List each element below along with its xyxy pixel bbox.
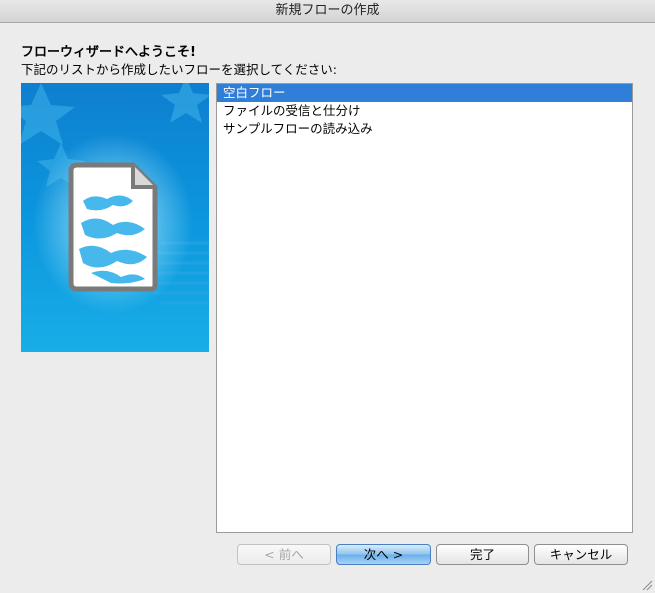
flow-type-list[interactable]: 空白フロー ファイルの受信と仕分け サンプルフローの読み込み xyxy=(216,83,633,533)
list-item[interactable]: サンプルフローの読み込み xyxy=(217,120,632,138)
cancel-button[interactable]: キャンセル xyxy=(534,544,628,565)
next-button[interactable]: 次へ > xyxy=(336,544,431,565)
finish-button[interactable]: 完了 xyxy=(436,544,529,565)
list-item[interactable]: 空白フロー xyxy=(217,84,632,102)
wizard-side-image xyxy=(21,83,209,352)
window-title: 新規フローの作成 xyxy=(275,3,380,18)
window-titlebar[interactable]: 新規フローの作成 xyxy=(0,0,655,23)
resize-grip-icon[interactable] xyxy=(641,579,653,591)
list-item[interactable]: ファイルの受信と仕分け xyxy=(217,102,632,120)
wizard-instruction: 下記のリストから作成したいフローを選択してください: xyxy=(21,62,337,77)
wizard-heading: フローウィザードへようこそ! xyxy=(21,45,196,60)
back-button[interactable]: < 前へ xyxy=(237,544,331,565)
document-globe-illustration xyxy=(21,83,209,352)
